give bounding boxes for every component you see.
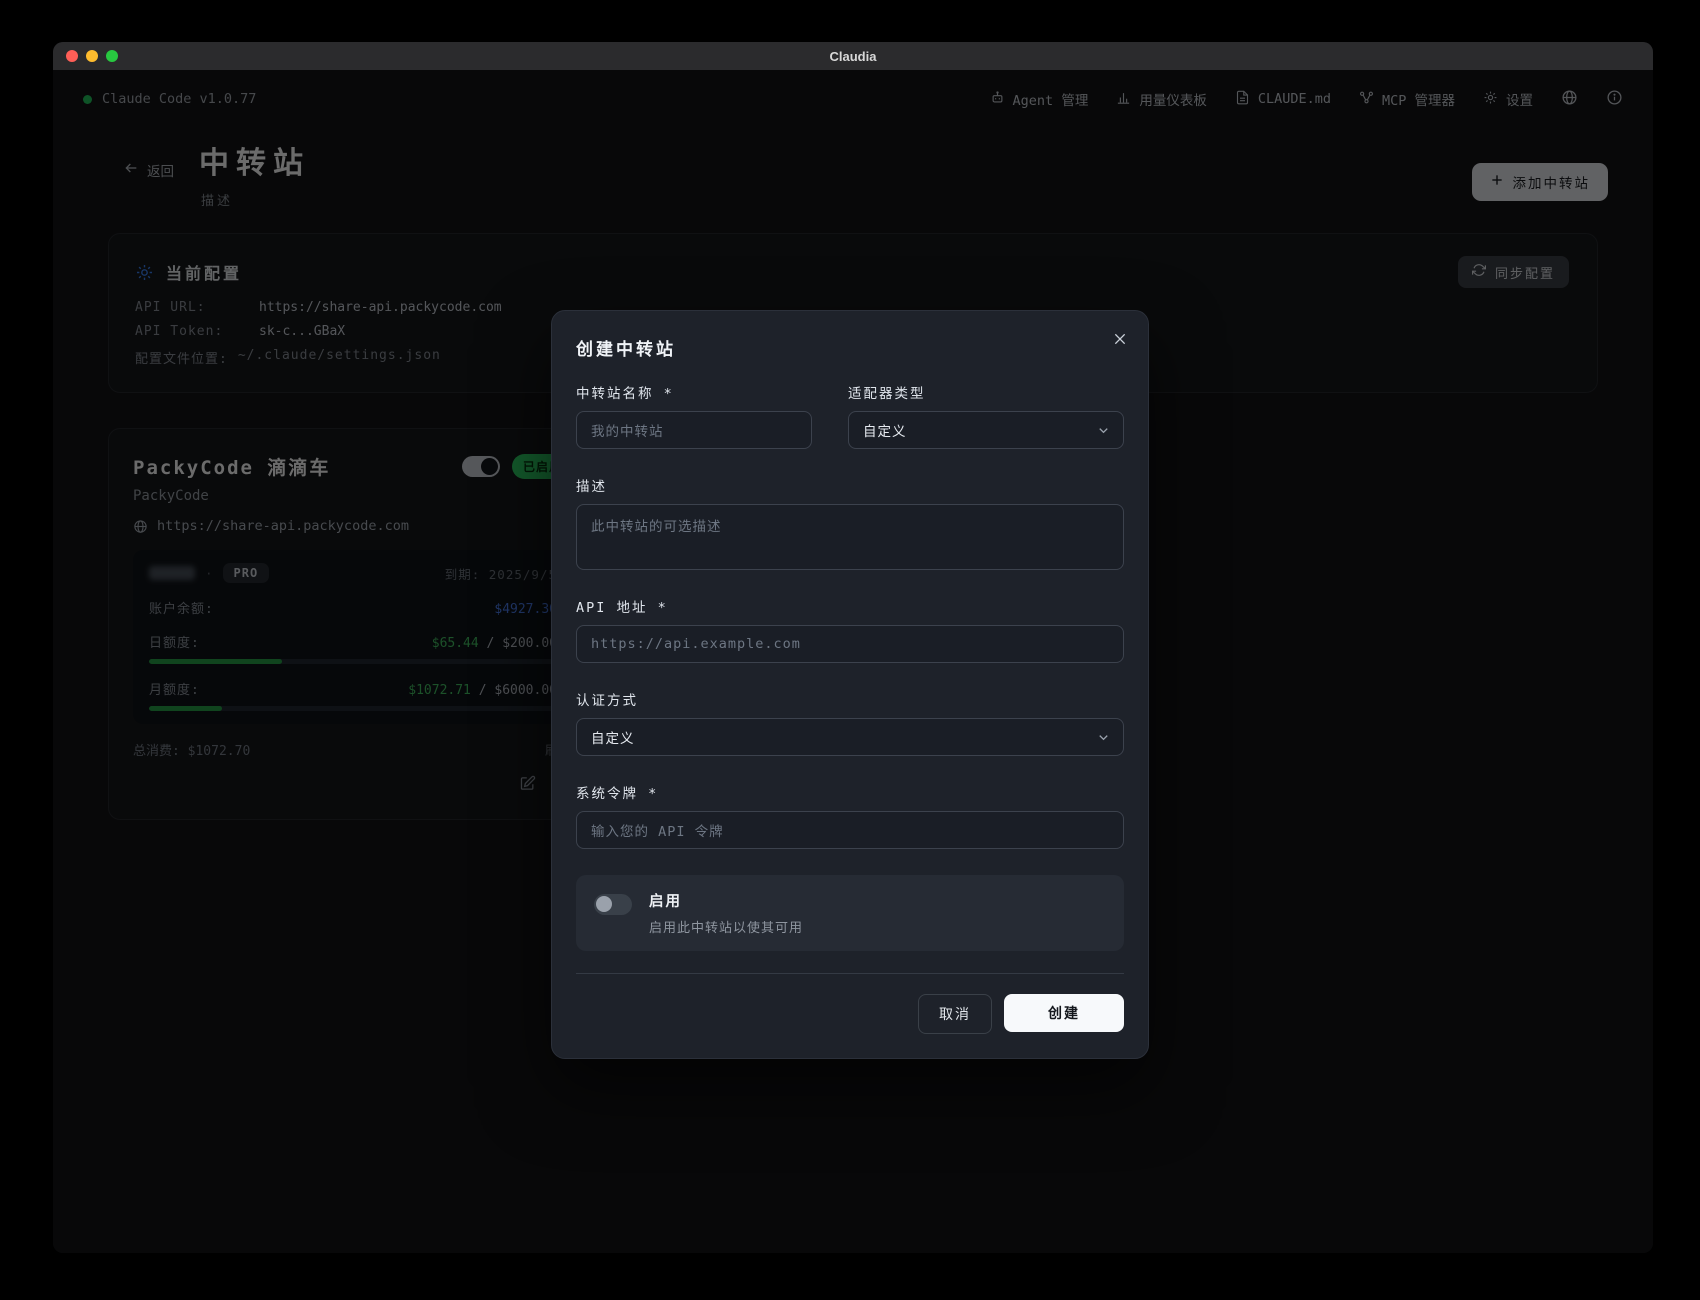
chevron-down-icon (1096, 423, 1111, 438)
token-input[interactable]: 输入您的 API 令牌 (576, 811, 1124, 849)
name-label: 中转站名称 * (576, 386, 674, 402)
enable-text: 启用 启用此中转站以使其可用 (649, 890, 803, 936)
enable-description: 启用此中转站以使其可用 (649, 921, 804, 936)
description-textarea[interactable]: 此中转站的可选描述 (576, 504, 1124, 570)
create-button[interactable]: 创建 (1004, 994, 1124, 1032)
enable-panel: 启用 启用此中转站以使其可用 (576, 875, 1124, 951)
enable-title: 启用 (649, 894, 682, 910)
token-label: 系统令牌 * (576, 786, 659, 802)
close-icon[interactable] (1112, 331, 1128, 351)
modal-title: 创建中转站 (576, 340, 676, 360)
adapter-selected-value: 自定义 (863, 424, 907, 440)
description-field-group: 描述 此中转站的可选描述 (576, 475, 1124, 570)
description-label: 描述 (576, 479, 607, 495)
api-url-label: API 地址 * (576, 600, 668, 616)
close-window-button[interactable] (66, 50, 78, 62)
auth-selected-value: 自定义 (591, 731, 635, 747)
zoom-window-button[interactable] (106, 50, 118, 62)
window-title: Claudia (829, 48, 877, 64)
adapter-label: 适配器类型 (848, 386, 926, 402)
enable-toggle[interactable] (594, 894, 632, 915)
minimize-window-button[interactable] (86, 50, 98, 62)
auth-label: 认证方式 (576, 693, 638, 709)
auth-field-group: 认证方式 自定义 (576, 689, 1124, 756)
name-input[interactable]: 我的中转站 (576, 411, 812, 449)
auth-select[interactable]: 自定义 (576, 718, 1124, 756)
titlebar: Claudia (53, 42, 1653, 70)
create-station-modal: 创建中转站 中转站名称 * 我的中转站 适配器类型 自定义 描述 此中转站的可选… (551, 310, 1149, 1059)
name-field-group: 中转站名称 * 我的中转站 (576, 382, 812, 449)
traffic-lights (66, 50, 118, 62)
adapter-field-group: 适配器类型 自定义 (848, 382, 1124, 449)
adapter-select[interactable]: 自定义 (848, 411, 1124, 449)
name-adapter-row: 中转站名称 * 我的中转站 适配器类型 自定义 (576, 382, 1124, 449)
api-url-field-group: API 地址 * https://api.example.com (576, 596, 1124, 663)
token-field-group: 系统令牌 * 输入您的 API 令牌 (576, 782, 1124, 849)
chevron-down-icon (1096, 730, 1111, 745)
modal-divider (576, 973, 1124, 974)
cancel-button[interactable]: 取消 (918, 994, 992, 1034)
api-url-input[interactable]: https://api.example.com (576, 625, 1124, 663)
screen: Claudia Claude Code v1.0.77 Agent 管理 用量仪… (0, 0, 1700, 1300)
modal-actions: 取消 创建 (576, 994, 1124, 1034)
toggle-knob (596, 896, 612, 912)
